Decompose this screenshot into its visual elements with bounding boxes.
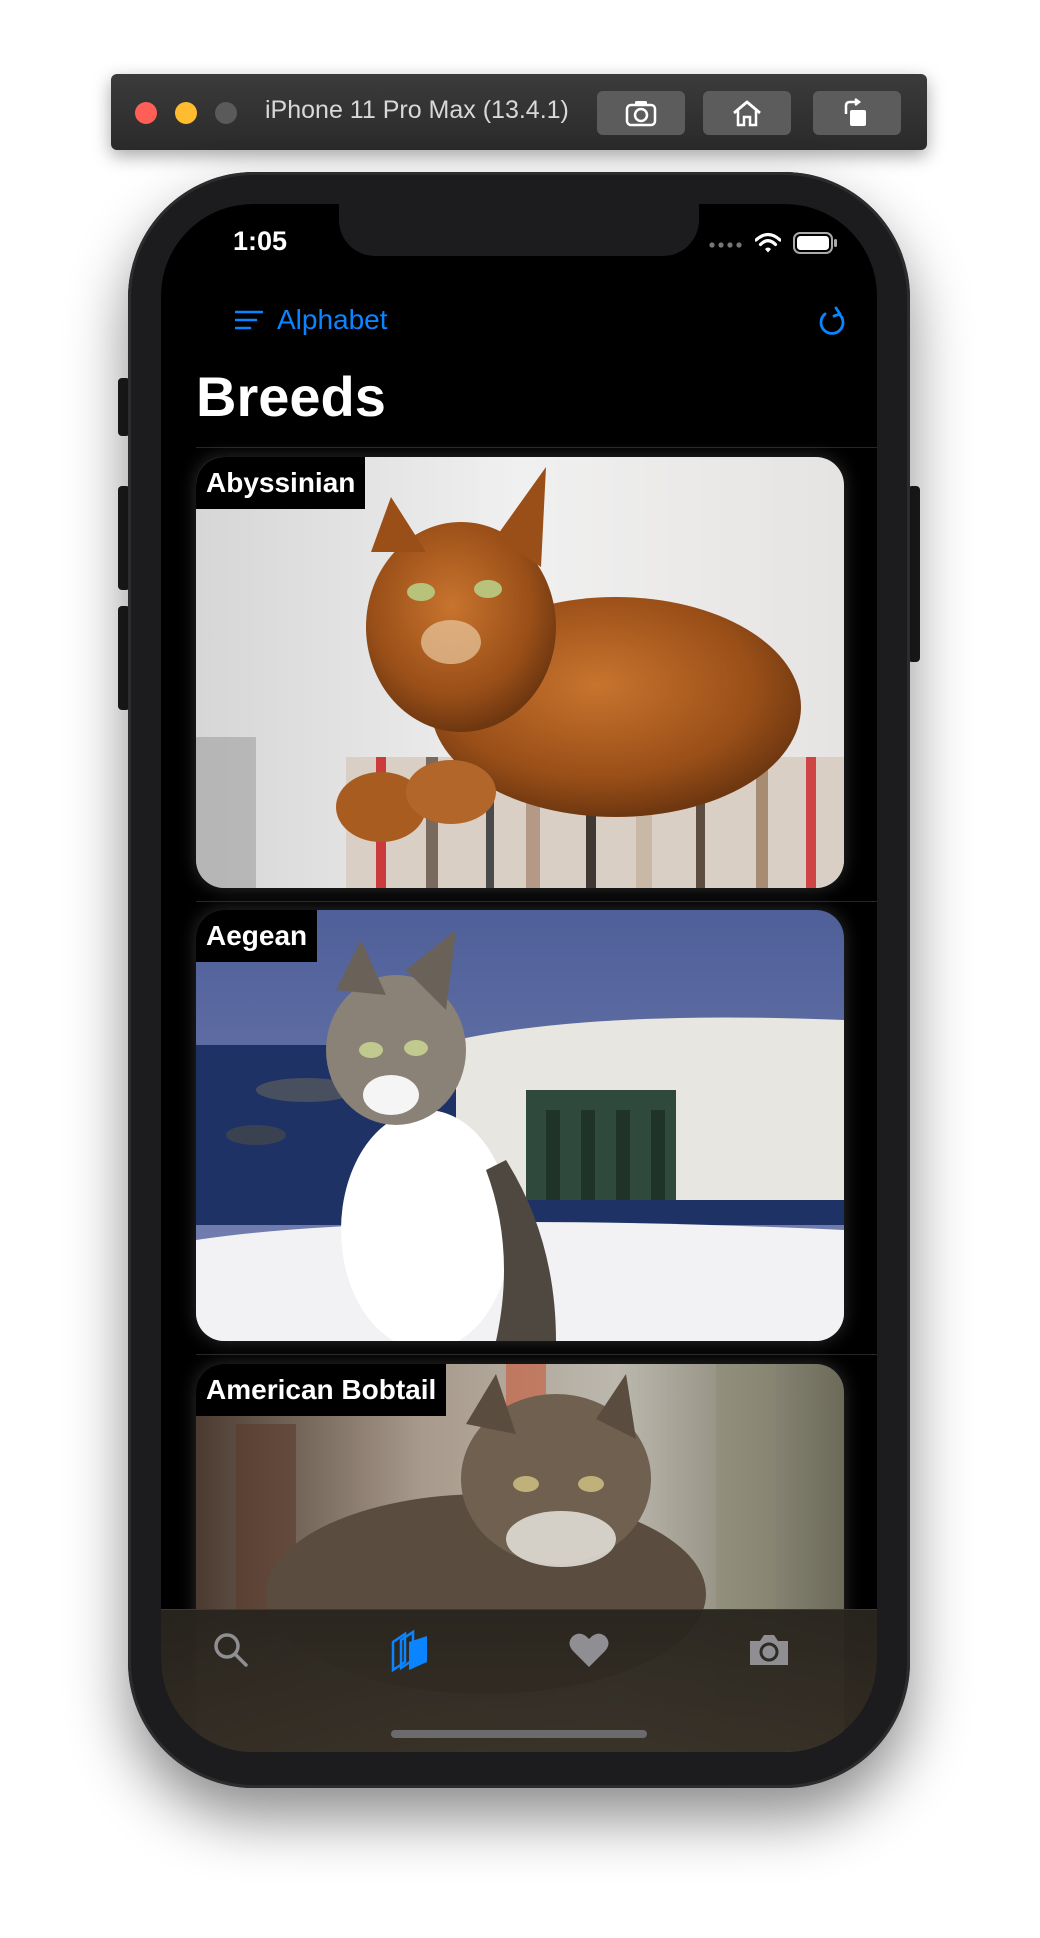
sort-button[interactable]: Alphabet <box>235 304 388 336</box>
refresh-button[interactable] <box>817 304 847 343</box>
home-icon <box>733 100 761 127</box>
minimize-window-button[interactable] <box>175 102 197 124</box>
refresh-icon <box>819 306 845 335</box>
notch <box>339 204 699 256</box>
status-time: 1:05 <box>233 226 288 256</box>
camera-icon <box>625 101 657 127</box>
tab-favorites[interactable] <box>559 1624 619 1676</box>
simulator-title: iPhone 11 Pro Max (13.4.1) <box>265 96 569 124</box>
sort-label: Alphabet <box>277 304 388 335</box>
tab-camera[interactable] <box>739 1624 799 1676</box>
tab-breeds[interactable] <box>380 1624 440 1676</box>
breed-photo <box>196 910 844 1341</box>
home-indicator <box>391 1730 647 1738</box>
breed-photo <box>196 457 844 888</box>
breed-name: American Bobtail <box>196 1364 447 1416</box>
breed-name: Aegean <box>196 910 318 962</box>
breed-name: Abyssinian <box>196 457 366 509</box>
status-icons <box>709 232 839 254</box>
cellular-signal-icon <box>709 242 742 248</box>
divider <box>196 1354 877 1355</box>
tab-bar <box>161 1609 877 1752</box>
breed-card-abyssinian[interactable]: Abyssinian <box>196 457 844 888</box>
breed-card-aegean[interactable]: Aegean <box>196 910 844 1341</box>
rotate-icon <box>844 98 866 126</box>
search-icon <box>214 1633 248 1667</box>
zoom-window-button[interactable] <box>215 102 237 124</box>
screenshot-button[interactable] <box>597 91 685 135</box>
page-title: Breeds <box>196 365 386 428</box>
simulator-toolbar: iPhone 11 Pro Max (13.4.1) <box>111 74 927 150</box>
breeds-icon <box>391 1629 427 1672</box>
wifi-icon <box>755 232 781 253</box>
heart-icon <box>569 1633 609 1667</box>
list-sort-icon <box>235 310 263 330</box>
phone-screen: 1:05 Alphabet Breeds Abyssinian Aegean A… <box>161 204 877 1752</box>
divider <box>196 447 877 448</box>
battery-icon <box>793 232 837 254</box>
rotate-button[interactable] <box>813 91 901 135</box>
close-window-button[interactable] <box>135 102 157 124</box>
divider <box>196 901 877 902</box>
tab-search[interactable] <box>201 1624 261 1676</box>
home-button[interactable] <box>703 91 791 135</box>
camera-icon <box>750 1635 788 1665</box>
